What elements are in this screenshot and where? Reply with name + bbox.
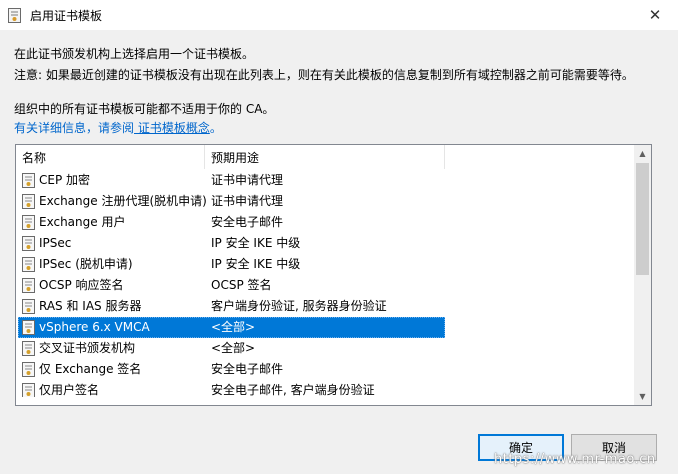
close-icon: ✕: [648, 6, 662, 24]
note-text: 注意: 如果最近创建的证书模板没有出现在此列表上，则在有关此模板的信息复制到所有…: [14, 68, 634, 82]
applicability-text: 组织中的所有证书模板可能都不适用于你的 CA。: [14, 102, 275, 116]
template-purpose: 安全电子邮件: [211, 215, 284, 229]
list-item[interactable]: CEP 加密 证书申请代理: [16, 170, 636, 191]
concepts-link[interactable]: 证书模板概念: [134, 121, 210, 135]
list-item[interactable]: Exchange 注册代理(脱机申请) 证书申请代理: [16, 191, 636, 212]
list-rows: CEP 加密 证书申请代理 Exchange 注册代理(脱机申请) 证书申请代理 Exc…: [16, 170, 636, 405]
template-name: Exchange 用户: [39, 215, 126, 229]
template-name: Exchange 注册代理(脱机申请): [39, 194, 207, 208]
list-header: 名称 预期用途: [16, 145, 636, 169]
certificate-template-icon: [22, 257, 35, 272]
template-purpose: OCSP 签名: [211, 278, 272, 292]
list-item[interactable]: 仅 Exchange 签名 安全电子邮件: [16, 359, 636, 380]
certificate-template-icon: [22, 278, 35, 293]
template-purpose: <全部>: [211, 341, 256, 355]
template-name: IPSec (脱机申请): [39, 257, 133, 271]
certificate-template-icon: [22, 362, 35, 377]
list-item[interactable]: RAS 和 IAS 服务器 客户端身份验证, 服务器身份验证: [16, 296, 636, 317]
template-name: IPSec: [39, 236, 72, 250]
help-prefix: 有关详细信息，请参阅: [14, 121, 135, 135]
template-list[interactable]: 名称 预期用途 CEP 加密 证书申请代理 Exchange 注册代理(脱机申请) 证…: [15, 144, 652, 406]
certificate-template-icon: [22, 383, 35, 398]
template-name: vSphere 6.x VMCA: [39, 320, 150, 334]
list-item[interactable]: IPSec IP 安全 IKE 中级: [16, 233, 636, 254]
scroll-down-icon[interactable]: ▼: [634, 388, 651, 405]
watermark-text: https://www.mr-mao.cn: [494, 452, 656, 467]
list-item[interactable]: IPSec (脱机申请) IP 安全 IKE 中级: [16, 254, 636, 275]
list-item[interactable]: OCSP 响应签名 OCSP 签名: [16, 275, 636, 296]
certificate-icon: [8, 8, 21, 23]
list-item[interactable]: vSphere 6.x VMCA <全部>: [16, 317, 636, 338]
column-header-purpose[interactable]: 预期用途: [205, 145, 445, 169]
vertical-scrollbar[interactable]: ▲ ▼: [634, 145, 651, 405]
template-name: 交叉证书颁发机构: [39, 341, 136, 355]
template-purpose: 证书申请代理: [211, 173, 284, 187]
scroll-up-icon[interactable]: ▲: [634, 145, 651, 162]
list-item[interactable]: 交叉证书颁发机构 <全部>: [16, 338, 636, 359]
template-name: OCSP 响应签名: [39, 278, 124, 292]
column-header-name[interactable]: 名称: [16, 145, 205, 169]
template-purpose: 安全电子邮件: [211, 362, 284, 376]
template-purpose: IP 安全 IKE 中级: [211, 236, 301, 250]
template-purpose: <全部>: [211, 320, 256, 334]
certificate-template-icon: [22, 173, 35, 188]
intro-text: 在此证书颁发机构上选择启用一个证书模板。: [14, 47, 255, 61]
help-text: 有关详细信息，请参阅 证书模板概念。: [14, 119, 222, 136]
certificate-template-icon: [22, 194, 35, 209]
certificate-template-icon: [22, 341, 35, 356]
window-title: 启用证书模板: [30, 9, 103, 23]
template-purpose: 客户端身份验证, 服务器身份验证: [211, 299, 387, 313]
template-name: 仅 Exchange 签名: [39, 362, 142, 376]
title-bar: 启用证书模板 ✕: [0, 0, 678, 30]
help-suffix: 。: [209, 121, 222, 135]
list-item[interactable]: Exchange 用户 安全电子邮件: [16, 212, 636, 233]
close-button[interactable]: ✕: [632, 0, 678, 30]
certificate-template-icon: [22, 236, 35, 251]
certificate-template-icon: [22, 215, 35, 230]
list-bottom: [16, 397, 636, 405]
certificate-template-icon: [22, 320, 35, 335]
template-purpose: 证书申请代理: [211, 194, 284, 208]
template-name: RAS 和 IAS 服务器: [39, 299, 142, 313]
template-purpose: IP 安全 IKE 中级: [211, 257, 301, 271]
certificate-template-icon: [22, 299, 35, 314]
scroll-thumb[interactable]: [636, 163, 649, 275]
template-name: CEP 加密: [39, 173, 91, 187]
